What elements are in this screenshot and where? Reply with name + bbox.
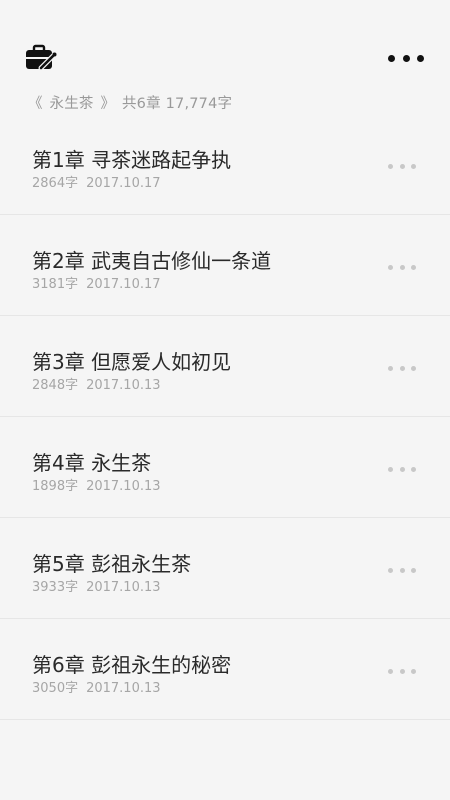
title-close-bracket: 》 (100, 96, 116, 112)
chapter-word-count: 1898字 (32, 479, 79, 494)
chapter-word-count: 2864字 (32, 176, 79, 191)
chapter-row[interactable]: 第6章 彭祖永生的秘密 3050字 2017.10.13 (0, 619, 450, 720)
toolbox-icon[interactable] (25, 44, 57, 72)
chapter-title: 第3章 但愿爱人如初见 (32, 350, 232, 374)
chapter-date: 2017.10.17 (86, 277, 161, 292)
chapter-meta: 2864字 2017.10.17 (32, 172, 161, 191)
more-dot-icon (402, 54, 410, 62)
chapter-more-icon[interactable] (388, 261, 416, 273)
chapter-row[interactable]: 第4章 永生茶 1898字 2017.10.13 (0, 417, 450, 518)
book-title: 永生茶 (49, 96, 94, 112)
chapter-more-icon[interactable] (388, 463, 416, 475)
chapter-word-count: 3933字 (32, 580, 79, 595)
chapter-row[interactable]: 第5章 彭祖永生茶 3933字 2017.10.13 (0, 518, 450, 619)
chapter-date: 2017.10.13 (86, 479, 161, 494)
title-open-bracket: 《 (28, 96, 43, 112)
chapter-title: 第6章 彭祖永生的秘密 (32, 653, 232, 677)
chapter-title: 第1章 寻茶迷路起争执 (32, 148, 232, 172)
chapter-word-count: 3050字 (32, 681, 79, 696)
chapter-meta: 3181字 2017.10.17 (32, 273, 161, 292)
chapter-summary: 共6章 17,774字 (121, 96, 233, 112)
chapter-list: 第1章 寻茶迷路起争执 2864字 2017.10.17 第2章 武夷自古修仙一条… (0, 114, 450, 720)
chapter-title: 第5章 彭祖永生茶 (32, 552, 192, 576)
chapter-date: 2017.10.13 (86, 378, 161, 393)
chapter-more-icon[interactable] (388, 564, 416, 576)
chapter-title: 第2章 武夷自古修仙一条道 (32, 249, 272, 273)
chapter-row[interactable]: 第3章 但愿爱人如初见 2848字 2017.10.13 (0, 316, 450, 417)
chapter-meta: 3050字 2017.10.13 (32, 677, 161, 696)
book-summary: 《 永生茶 》 共6章 17,774字 (28, 92, 234, 113)
more-options-button[interactable] (388, 48, 424, 68)
chapter-meta: 2848字 2017.10.13 (32, 374, 161, 393)
chapter-more-icon[interactable] (388, 665, 416, 677)
more-dot-icon (388, 54, 395, 62)
chapter-row[interactable]: 第2章 武夷自古修仙一条道 3181字 2017.10.17 (0, 215, 450, 316)
chapter-more-icon[interactable] (388, 160, 416, 172)
chapter-more-icon[interactable] (388, 362, 416, 374)
chapter-title: 第4章 永生茶 (32, 451, 152, 475)
chapter-date: 2017.10.17 (86, 176, 161, 191)
chapter-meta: 3933字 2017.10.13 (32, 576, 161, 595)
more-dot-icon (417, 54, 424, 62)
chapter-row[interactable]: 第1章 寻茶迷路起争执 2864字 2017.10.17 (0, 114, 450, 215)
chapter-meta: 1898字 2017.10.13 (32, 475, 161, 494)
chapter-date: 2017.10.13 (86, 580, 161, 595)
chapter-word-count: 2848字 (32, 378, 79, 393)
chapter-date: 2017.10.13 (86, 681, 161, 696)
chapter-word-count: 3181字 (32, 277, 79, 292)
top-bar: 《 永生茶 》 共6章 17,774字 (0, 0, 450, 113)
